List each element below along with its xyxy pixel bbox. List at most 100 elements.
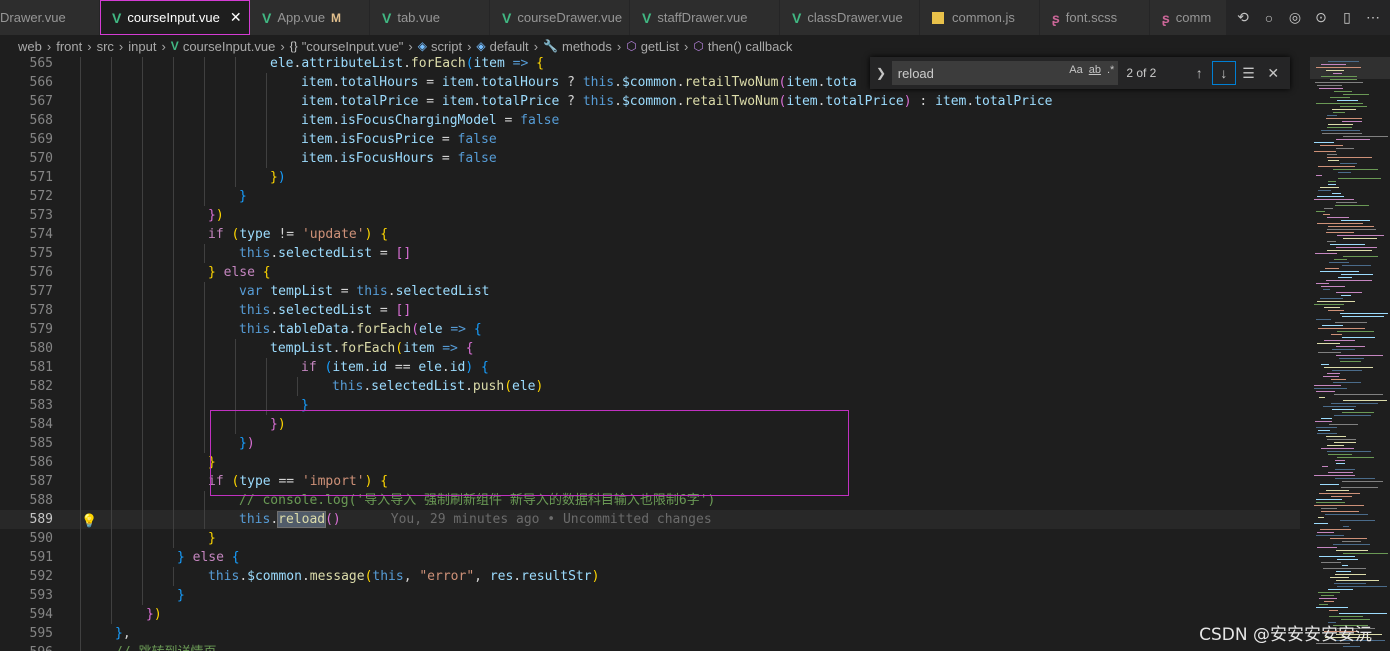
line-number[interactable]: 576 [0,263,53,282]
code-line[interactable]: 568 item.isFocusChargingModel = false [0,111,1300,130]
tab-tab-vue[interactable]: Vtab.vue [370,0,490,35]
code-line[interactable]: 589 💡 this.reload() You, 29 minutes ago • U… [0,510,1300,529]
line-number[interactable]: 565 [0,57,53,73]
code-line[interactable]: 574 if (type != 'update') { [0,225,1300,244]
tab-classdrawer-vue[interactable]: VclassDrawer.vue [780,0,920,35]
line-number[interactable]: 567 [0,92,53,111]
code-line[interactable]: 581 if (item.id == ele.id) { [0,358,1300,377]
tab-coursedrawer-vue[interactable]: VcourseDrawer.vue [490,0,630,35]
line-number[interactable]: 568 [0,111,53,130]
code-line[interactable]: 594}) [0,605,1300,624]
code-line[interactable]: 583} [0,396,1300,415]
code-line[interactable]: 584}) [0,415,1300,434]
line-number[interactable]: 572 [0,187,53,206]
breadcrumb-item[interactable]: then() callback [708,39,793,54]
code-line[interactable]: 577 var tempList = this.selectedList [0,282,1300,301]
breadcrumb-item[interactable]: input [128,39,156,54]
line-number[interactable]: 580 [0,339,53,358]
code-line[interactable]: 567 item.totalPrice = item.totalPrice ? t… [0,92,1300,111]
line-number[interactable]: 581 [0,358,53,377]
breadcrumb-item[interactable]: "courseInput.vue" [302,39,404,54]
line-number[interactable]: 574 [0,225,53,244]
line-number[interactable]: 589 [0,510,53,529]
breadcrumb-item[interactable]: script [431,39,462,54]
find-input[interactable]: reload Aa ab .* [891,61,1119,85]
match-case-toggle[interactable]: Aa [1069,64,1082,76]
tab-common-js[interactable]: common.js [920,0,1040,35]
next-match-icon[interactable]: ↓ [1212,61,1236,85]
breadcrumb-item[interactable]: src [97,39,114,54]
code-line[interactable]: 585}) [0,434,1300,453]
previous-match-icon[interactable]: ↑ [1188,62,1210,84]
tab-app-vue[interactable]: V App.vue M [250,0,370,35]
open-preview-icon[interactable]: ⊙ [1312,9,1330,26]
line-number[interactable]: 582 [0,377,53,396]
line-number[interactable]: 593 [0,586,53,605]
code-line[interactable]: 579 this.tableData.forEach(ele => { [0,320,1300,339]
circle-dot-icon[interactable]: ◎ [1286,9,1304,26]
breadcrumb-item[interactable]: front [56,39,82,54]
code-line[interactable]: 588 // console.log('导入导入 强制刷新组件 新导入的数据科目输… [0,491,1300,510]
code-line[interactable]: 576} else { [0,263,1300,282]
line-number[interactable]: 571 [0,168,53,187]
line-number[interactable]: 579 [0,320,53,339]
circle-icon[interactable]: ○ [1260,10,1278,26]
line-number[interactable]: 569 [0,130,53,149]
code-line[interactable]: 590} [0,529,1300,548]
line-number[interactable]: 585 [0,434,53,453]
whole-word-toggle[interactable]: ab [1089,64,1101,76]
code-line[interactable]: 569 item.isFocusPrice = false [0,130,1300,149]
breadcrumb-item[interactable]: methods [562,39,612,54]
line-number[interactable]: 583 [0,396,53,415]
line-number[interactable]: 578 [0,301,53,320]
code-line[interactable]: 571}) [0,168,1300,187]
split-editor-icon[interactable]: ▯ [1338,9,1356,26]
breadcrumb-item[interactable]: web [18,39,42,54]
tab-staffdrawer-vue[interactable]: VstaffDrawer.vue [630,0,780,35]
find-in-selection-icon[interactable]: ☰ [1238,62,1260,84]
line-number[interactable]: 596 [0,643,53,651]
code-line[interactable]: 570 item.isFocusHours = false [0,149,1300,168]
code-line[interactable]: 582 this.selectedList.push(ele) [0,377,1300,396]
code-line[interactable]: 578 this.selectedList = [] [0,301,1300,320]
breadcrumb-item[interactable]: default [490,39,529,54]
minimap[interactable] [1300,57,1390,651]
line-number[interactable]: 575 [0,244,53,263]
code-line[interactable]: 580 tempList.forEach(item => { [0,339,1300,358]
tab-drawer-vue[interactable]: Drawer.vue [0,0,100,35]
more-actions-icon[interactable]: ⋯ [1364,9,1382,26]
code-line[interactable]: 591} else { [0,548,1300,567]
code-line[interactable]: 587 if (type == 'import') { [0,472,1300,491]
line-number[interactable]: 587 [0,472,53,491]
breadcrumb-item[interactable]: courseInput.vue [183,39,276,54]
code-editor[interactable]: 565 ele.attributeList.forEach(item => {56… [0,57,1300,651]
close-find-icon[interactable]: ✕ [1262,62,1284,84]
line-number[interactable]: 595 [0,624,53,643]
code-line[interactable]: 586} [0,453,1300,472]
line-number[interactable]: 591 [0,548,53,567]
git-compare-icon[interactable]: ⟲ [1234,9,1252,26]
code-line[interactable]: 593} [0,586,1300,605]
line-number[interactable]: 590 [0,529,53,548]
code-line[interactable]: 595}, [0,624,1300,643]
line-number[interactable]: 570 [0,149,53,168]
code-line[interactable]: 596 // 跳转到详情页 [0,643,1300,651]
line-number[interactable]: 577 [0,282,53,301]
line-number[interactable]: 588 [0,491,53,510]
code-line[interactable]: 572} [0,187,1300,206]
tab-font-scss[interactable]: ʂ font.scss [1040,0,1150,35]
line-number[interactable]: 573 [0,206,53,225]
line-number[interactable]: 586 [0,453,53,472]
breadcrumb-item[interactable]: getList [641,39,679,54]
code-line[interactable]: 592 this.$common.message(this, "error", r… [0,567,1300,586]
line-number[interactable]: 592 [0,567,53,586]
toggle-replace-icon[interactable]: ❯ [876,66,892,80]
code-line[interactable]: 573}) [0,206,1300,225]
code-line[interactable]: 575 this.selectedList = [] [0,244,1300,263]
line-number[interactable]: 584 [0,415,53,434]
line-number[interactable]: 566 [0,73,53,92]
regex-toggle[interactable]: .* [1107,64,1114,76]
line-number[interactable]: 594 [0,605,53,624]
tab-courseinput-vue[interactable]: VcourseInput.vue ✕ [100,0,250,35]
close-tab-icon[interactable]: ✕ [230,9,242,26]
